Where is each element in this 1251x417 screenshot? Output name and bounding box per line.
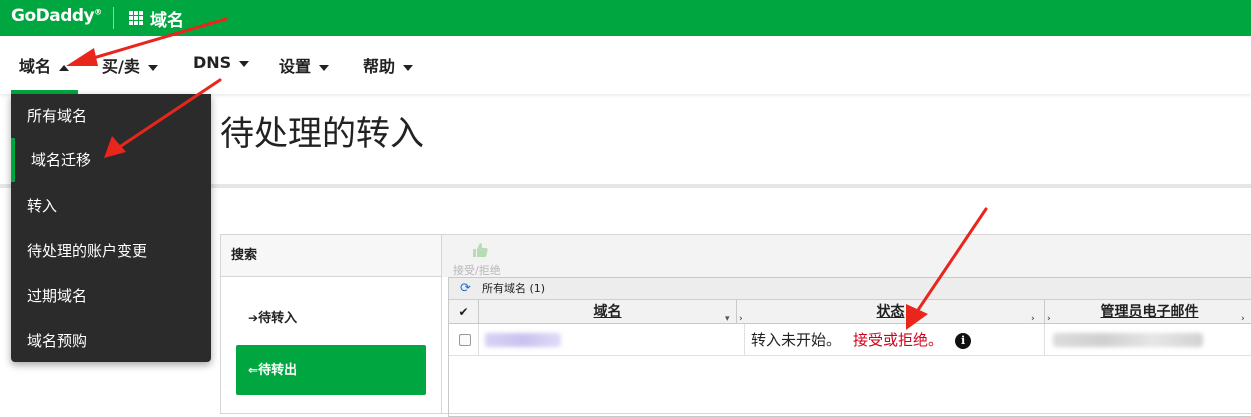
caret-down-icon [319, 64, 330, 71]
caret-down-icon [239, 60, 250, 67]
top-bar-divider [113, 7, 114, 29]
menu-item-transfer-in[interactable]: 转入 [11, 184, 211, 228]
select-all-checkmark-icon[interactable]: ✔ [449, 300, 479, 324]
grid-group-row: ⟳ 所有域名 (1) [449, 278, 1251, 300]
grid-table: ⟳ 所有域名 (1) ✔ 域名 ▾ 状态 › › 管理员电子邮件 › › 转入未开始。 接受… [448, 277, 1251, 417]
arrow-right-icon: ➔ [248, 311, 259, 325]
filter-pending-transfer-in[interactable]: ➔待转入 [236, 293, 426, 343]
grid-apps-icon[interactable] [129, 11, 143, 25]
menu-item-domain-transfer[interactable]: 域名迁移 [11, 138, 211, 182]
page-title: 待处理的转入 [220, 114, 424, 154]
search-panel: 搜索 ➔待转入 ⇐待转出 [220, 234, 442, 414]
menu-item-pending-account-changes[interactable]: 待处理的账户变更 [11, 229, 211, 273]
thumbs-up-icon[interactable] [472, 242, 488, 258]
menu-item-expired-domains[interactable]: 过期域名 [11, 274, 211, 318]
nav-settings[interactable]: 设置 [279, 53, 330, 77]
nav-buy-sell[interactable]: 买/卖 [102, 53, 158, 77]
info-icon[interactable]: i [955, 332, 972, 349]
caret-down-icon [147, 64, 158, 71]
domain-cell [479, 324, 745, 356]
search-header: 搜索 [221, 235, 441, 277]
filter-pending-transfer-out[interactable]: ⇐待转出 [236, 345, 426, 395]
row-checkbox[interactable] [459, 334, 471, 346]
menu-item-domain-backorders[interactable]: 域名预购 [11, 319, 211, 363]
domains-dropdown-menu: 所有域名 域名迁移 转入 待处理的账户变更 过期域名 域名预购 [11, 94, 211, 362]
top-bar-title[interactable]: 域名 [150, 6, 184, 31]
blurred-domain [485, 333, 561, 347]
caret-down-icon [403, 64, 414, 71]
column-header-domain[interactable]: 域名 ▾ [479, 300, 737, 324]
accept-reject-button[interactable]: 接受/拒绝 [453, 262, 501, 278]
row-checkbox-cell [449, 324, 479, 356]
grid-header-row: ✔ 域名 ▾ 状态 › › 管理员电子邮件 › › [449, 300, 1251, 324]
grid-toolbar: 接受/拒绝 [442, 235, 1251, 277]
arrow-left-icon: ⇐ [248, 363, 259, 377]
caret-up-icon [59, 64, 70, 71]
accept-or-reject-link[interactable]: 接受或拒绝。 [853, 331, 943, 349]
status-text: 转入未开始。 [751, 331, 842, 349]
transfers-grid-panel: 接受/拒绝 ⟳ 所有域名 (1) ✔ 域名 ▾ 状态 › › 管理员电子邮件 › › 转入… [441, 234, 1251, 417]
menu-item-all-domains[interactable]: 所有域名 [11, 94, 211, 138]
nav-dns[interactable]: DNS [193, 53, 250, 72]
status-cell: 转入未开始。 接受或拒绝。 i [745, 324, 1045, 356]
column-header-admin-email[interactable]: 管理员电子邮件 › › [1045, 300, 1251, 324]
table-row[interactable]: 转入未开始。 接受或拒绝。 i [449, 324, 1251, 356]
blurred-email [1053, 333, 1203, 347]
group-label: 所有域名 (1) [482, 282, 546, 295]
admin-email-cell [1045, 324, 1251, 356]
main-nav: 域名 买/卖 DNS 设置 帮助 [0, 36, 1251, 94]
top-bar: GoDaddy® 域名 [0, 0, 1251, 36]
refresh-icon[interactable]: ⟳ [460, 282, 471, 296]
nav-help[interactable]: 帮助 [363, 53, 414, 77]
column-header-status[interactable]: 状态 › › [737, 300, 1045, 324]
nav-domains[interactable]: 域名 [19, 53, 70, 77]
godaddy-logo[interactable]: GoDaddy® [11, 6, 102, 26]
